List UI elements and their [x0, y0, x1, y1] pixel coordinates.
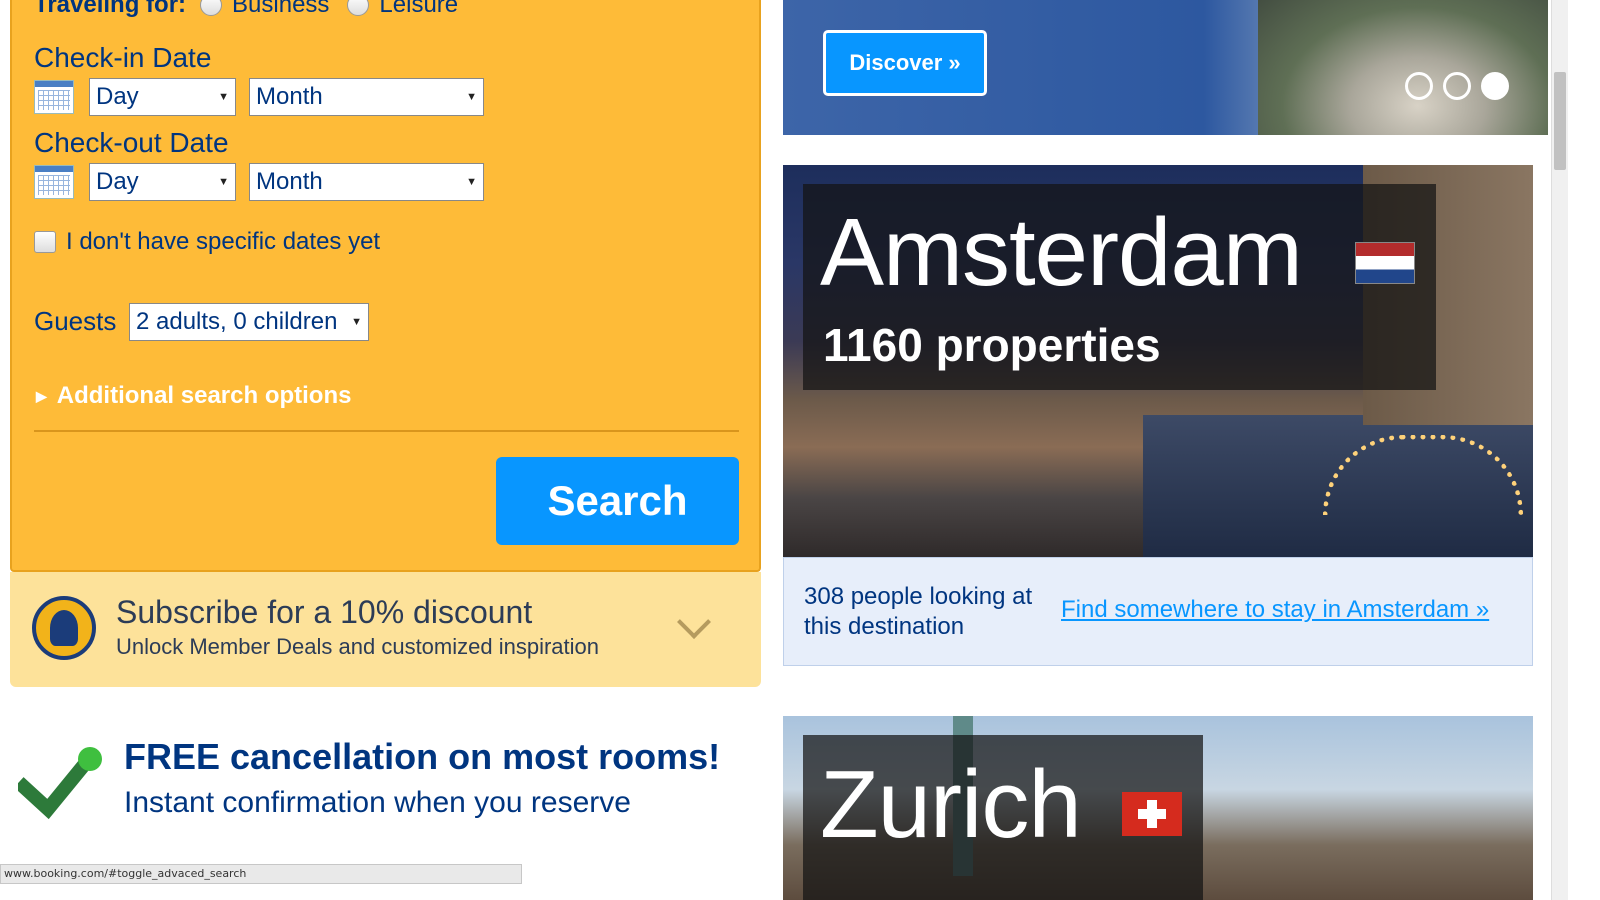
checkout-calendar-icon[interactable]	[34, 165, 74, 199]
dropdown-arrow-icon: ▼	[218, 91, 229, 103]
dropdown-arrow-icon: ▼	[466, 91, 477, 103]
no-dates-checkbox[interactable]	[34, 231, 56, 253]
checkout-day-value: Day	[96, 168, 139, 195]
checkin-day-select[interactable]: Day ▼	[89, 78, 236, 116]
checkout-month-value: Month	[256, 168, 323, 195]
scrollbar[interactable]	[1551, 0, 1568, 900]
business-radio[interactable]	[200, 0, 223, 16]
zurich-city-name[interactable]: Zurich	[820, 750, 1082, 860]
free-cancellation-title: FREE cancellation on most rooms!	[124, 736, 721, 777]
additional-search-options-label: Additional search options	[56, 382, 352, 409]
checkin-label: Check-in Date	[34, 42, 212, 73]
netherlands-flag-icon	[1355, 242, 1415, 284]
caret-right-icon: ▶	[36, 387, 47, 404]
checkout-month-select[interactable]: Month ▼	[249, 163, 484, 201]
checkin-day-value: Day	[96, 83, 139, 110]
window-edge	[1568, 0, 1600, 900]
no-dates-row: I don't have specific dates yet	[34, 228, 380, 256]
search-button[interactable]: Search	[496, 457, 739, 545]
discover-button[interactable]: Discover »	[823, 30, 987, 96]
subscribe-box[interactable]: Subscribe for a 10% discount Unlock Memb…	[10, 572, 761, 687]
checkin-month-value: Month	[256, 83, 323, 110]
instant-confirmation-text: Instant confirmation when you reserve	[124, 786, 631, 819]
checkin-month-select[interactable]: Month ▼	[249, 78, 484, 116]
carousel-dots	[1405, 72, 1509, 100]
leisure-radio[interactable]	[347, 0, 370, 16]
checkmark-icon	[18, 747, 102, 820]
checkout-label: Check-out Date	[34, 127, 229, 158]
search-panel: Traveling for: Business Leisure Check-in…	[10, 0, 761, 572]
dropdown-arrow-icon: ▼	[218, 176, 229, 188]
amsterdam-city-name[interactable]: Amsterdam	[820, 198, 1303, 308]
carousel-dot[interactable]	[1405, 72, 1433, 100]
genius-logo-icon	[32, 596, 96, 660]
traveling-for-label: Traveling for:	[34, 0, 187, 18]
no-dates-label: I don't have specific dates yet	[66, 228, 381, 255]
checkin-calendar-icon[interactable]	[34, 80, 74, 114]
banner-photo	[1258, 0, 1548, 135]
amsterdam-info-bar: 308 people looking at this destination F…	[783, 557, 1533, 666]
subscribe-title: Subscribe for a 10% discount	[116, 594, 533, 630]
browser-status-bar: www.booking.com/#toggle_advaced_search	[0, 864, 522, 884]
subscribe-text: Unlock Member Deals and customized inspi…	[116, 634, 599, 659]
traveling-for-row: Traveling for: Business Leisure	[34, 0, 476, 20]
carousel-dot-active[interactable]	[1481, 72, 1509, 100]
additional-search-options-toggle[interactable]: ▶ Additional search options	[36, 382, 351, 410]
find-stay-amsterdam-link[interactable]: Find somewhere to stay in Amsterdam »	[1061, 596, 1489, 624]
carousel-dot[interactable]	[1443, 72, 1471, 100]
switzerland-flag-icon	[1122, 792, 1182, 836]
dropdown-arrow-icon: ▼	[466, 176, 477, 188]
dropdown-arrow-icon: ▼	[351, 316, 362, 328]
page: Traveling for: Business Leisure Check-in…	[0, 0, 1600, 900]
guests-select[interactable]: 2 adults, 0 children ▼	[129, 303, 369, 341]
divider	[34, 430, 739, 432]
amsterdam-properties-count: 1160 properties	[823, 319, 1161, 371]
leisure-radio-label: Leisure	[379, 0, 459, 18]
checkout-day-select[interactable]: Day ▼	[89, 163, 236, 201]
business-radio-label: Business	[232, 0, 330, 18]
scrollbar-thumb[interactable]	[1554, 72, 1566, 170]
guests-value: 2 adults, 0 children	[136, 308, 338, 335]
chevron-down-icon[interactable]	[677, 605, 711, 639]
guests-label: Guests	[34, 306, 117, 336]
people-looking-text: 308 people looking at this destination	[804, 583, 1033, 640]
